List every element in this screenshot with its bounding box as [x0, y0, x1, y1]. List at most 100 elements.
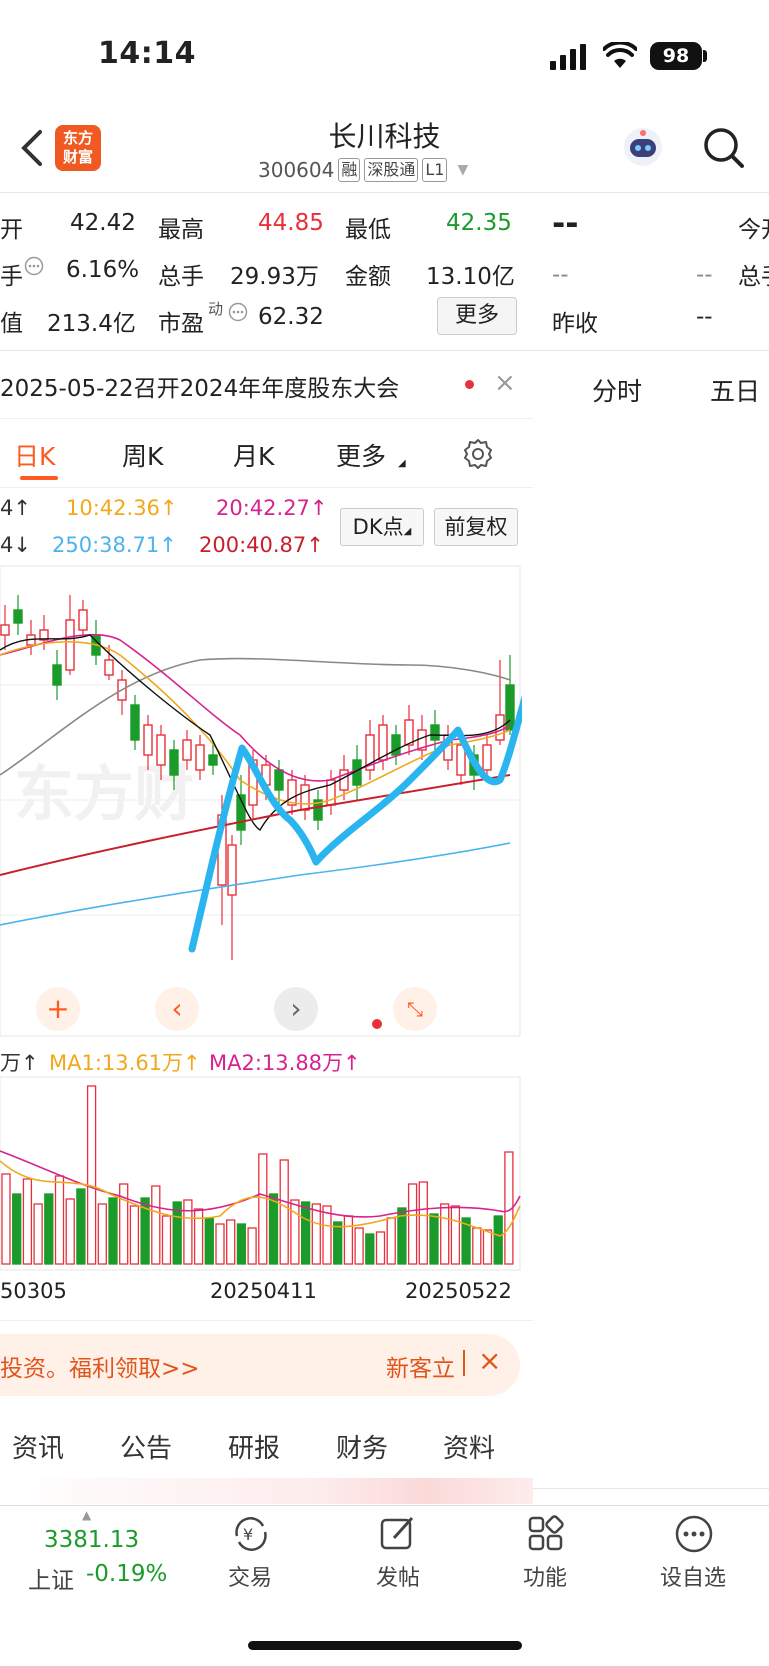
index-value[interactable]: 3381.13 [44, 1527, 139, 1553]
promo-action[interactable]: 新客立 [386, 1349, 455, 1383]
vol-legend-a: 万↑ [0, 1051, 39, 1075]
volume-bar [472, 1227, 482, 1265]
x-axis-label-2: 20250411 [210, 1279, 317, 1303]
volume-label: 总手 [158, 264, 204, 290]
high-label: 最高 [158, 217, 204, 243]
side-prev-close-value: -- [696, 304, 713, 330]
pan-right-button[interactable]: › [274, 987, 318, 1031]
tab-more[interactable]: 更多 [336, 437, 386, 473]
info-icon[interactable] [24, 256, 44, 276]
tab-daily-k[interactable]: 日K [14, 437, 55, 473]
promo-text: 投资。福利领取>> [0, 1356, 200, 1382]
grid-apps-icon[interactable] [526, 1514, 566, 1554]
stock-code-row[interactable]: 300604 融 深股通 L1 ▼ [258, 158, 468, 182]
function-label[interactable]: 功能 [500, 1560, 590, 1592]
volume-chart[interactable] [0, 1076, 522, 1272]
tabs-divider [0, 487, 533, 488]
dropdown-icon[interactable]: ▼ [457, 162, 468, 178]
post-label[interactable]: 发帖 [353, 1560, 443, 1592]
pan-left-button[interactable]: ‹ [155, 987, 199, 1031]
ma-legend-r1-a: 4↑ [0, 496, 31, 520]
side-dash-2: -- [696, 262, 713, 288]
ma-legend-r2-a: 4↓ [0, 533, 31, 557]
fullscreen-button[interactable]: ⤡ [393, 987, 437, 1031]
volume-bar [343, 1215, 354, 1265]
candle-body [274, 769, 284, 791]
chart-bottom-divider [0, 1320, 533, 1321]
volume-bar [193, 1208, 204, 1265]
tab-profile[interactable]: 资料 [443, 1428, 495, 1465]
kline-chart[interactable]: 东方财 [0, 565, 549, 1037]
adjust-button[interactable]: 前复权 [434, 508, 518, 546]
pe-value: 62.32 [258, 304, 324, 330]
tab-news[interactable]: 资讯 [12, 1428, 64, 1465]
dk-point-label: DK点 [352, 515, 404, 539]
candle-body [0, 624, 10, 636]
notice-dot [465, 380, 474, 389]
search-icon[interactable] [702, 126, 746, 170]
tab-announcements[interactable]: 公告 [120, 1428, 172, 1465]
zoom-in-button[interactable]: + [36, 987, 80, 1031]
notice-close-button[interactable]: × [494, 368, 516, 398]
volume-bar [108, 1197, 118, 1265]
tab-research[interactable]: 研报 [228, 1428, 280, 1465]
volume-bar [365, 1233, 375, 1265]
volume-svg [0, 1076, 521, 1271]
tab-weekly-k[interactable]: 周K [122, 437, 163, 473]
wifi-icon [602, 40, 638, 70]
x-axis-label-3: 20250522 [405, 1279, 512, 1303]
dk-point-button[interactable]: DK点◢ [340, 508, 424, 546]
volume-bar [247, 1227, 257, 1265]
mktcap-value: 213.4亿 [47, 311, 136, 337]
more-dots-icon[interactable] [674, 1514, 714, 1554]
yen-exchange-icon[interactable]: ¥ [229, 1514, 273, 1554]
pe-info-icon[interactable] [228, 302, 248, 322]
promo-banner[interactable]: 投资。福利领取>> 新客立 × [0, 1334, 520, 1396]
volume-bar [418, 1181, 428, 1265]
more-quote-button[interactable]: 更多 [437, 297, 517, 335]
tab-active-underline [20, 476, 58, 480]
candle-body [156, 734, 166, 766]
notice-text[interactable]: 2025-05-22召开2024年年度股东大会 [0, 369, 399, 403]
volume-bar [236, 1223, 247, 1265]
turnover-label: 手 [0, 264, 23, 290]
robot-avatar-icon[interactable] [620, 125, 666, 171]
volume-bar [204, 1217, 214, 1265]
tab-monthly-k[interactable]: 月K [233, 437, 274, 473]
pe-label: 市盈 [158, 311, 204, 337]
mktcap-label: 值 [0, 311, 23, 337]
volume-bar [429, 1213, 439, 1265]
vol-legend-c: MA2:13.88万↑ [209, 1051, 361, 1075]
volume-bar [440, 1203, 450, 1265]
stock-code: 300604 [258, 158, 335, 182]
volume-bar [311, 1203, 321, 1265]
high-value: 44.85 [258, 210, 324, 236]
tab-financials[interactable]: 财务 [336, 1428, 388, 1465]
volume-bar [22, 1178, 33, 1265]
volume-bar [161, 1215, 172, 1265]
volume-bar [493, 1215, 503, 1265]
tab-5day[interactable]: 五日 [710, 372, 760, 408]
battery-tip [703, 50, 707, 62]
volume-bar [54, 1175, 65, 1265]
trade-label[interactable]: 交易 [205, 1560, 295, 1592]
promo-close-button[interactable]: × [478, 1344, 501, 1377]
index-change[interactable]: -0.19% [86, 1561, 167, 1587]
notice-divider [0, 418, 533, 419]
tab-intraday[interactable]: 分时 [592, 372, 642, 408]
side-total-label: 总手 [738, 264, 769, 290]
volume-bar [1, 1173, 11, 1265]
edit-post-icon[interactable] [378, 1514, 418, 1554]
candle-body [300, 784, 310, 811]
volume-bar [44, 1193, 54, 1265]
volume-bar [407, 1183, 418, 1265]
quote-divider [0, 350, 769, 351]
status-time: 14:14 [98, 36, 196, 71]
settings-gear-icon[interactable] [461, 437, 495, 471]
index-name[interactable]: 上证 [28, 1561, 74, 1595]
add-watchlist-label[interactable]: 设自选 [648, 1560, 738, 1592]
candle-body [169, 749, 179, 776]
open-label: 开 [0, 217, 23, 243]
promo-cursor [463, 1350, 465, 1376]
volume-value: 29.93万 [230, 264, 319, 290]
